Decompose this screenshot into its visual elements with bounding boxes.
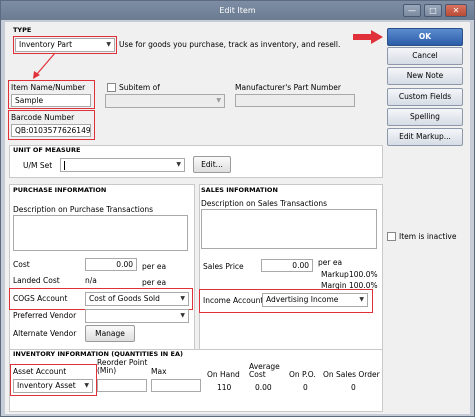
window-title: Edit Item [219, 6, 256, 15]
type-description: Use for goods you purchase, track as inv… [119, 40, 341, 49]
sales-price-label: Sales Price [203, 262, 244, 271]
asset-highlight [10, 364, 97, 396]
landed-cost-value: n/a [85, 276, 97, 285]
text-cursor [64, 160, 65, 170]
markup-label: Markup [321, 270, 349, 279]
max-input[interactable] [151, 379, 201, 392]
ok-button[interactable]: OK [387, 28, 463, 46]
cost-input[interactable]: 0.00 [85, 258, 137, 271]
manage-vendors-button[interactable]: Manage [85, 325, 135, 342]
uom-heading: UNIT OF MEASURE [13, 146, 81, 154]
income-highlight [199, 289, 373, 313]
sales-heading: SALES INFORMATION [201, 186, 278, 194]
maximize-icon[interactable]: □ [424, 4, 442, 17]
sales-price-input[interactable]: 0.00 [261, 259, 313, 272]
sales-desc-label: Description on Sales Transactions [201, 199, 327, 208]
cost-label: Cost [13, 260, 30, 269]
reorder-point-label: Reorder Point (Min) [97, 358, 148, 375]
mfr-part-input[interactable] [235, 94, 355, 107]
spelling-button[interactable]: Spelling [387, 108, 463, 126]
reorder-point-input[interactable] [97, 379, 147, 392]
on-hand-label: On Hand [207, 370, 240, 379]
sales-price-unit: per ea [318, 258, 343, 267]
markup-value: 100.0% [349, 270, 378, 279]
chevron-down-icon: ▼ [216, 97, 221, 104]
item-inactive-checkbox[interactable] [387, 232, 396, 241]
on-sales-order-value: 0 [351, 383, 356, 392]
preferred-vendor-dropdown[interactable]: ▼ [85, 309, 189, 323]
max-label: Max [151, 367, 167, 376]
on-po-value: 0 [303, 383, 308, 392]
arrow-right-icon [353, 30, 383, 44]
sales-description-textarea[interactable] [201, 209, 377, 249]
cost-unit: per ea [142, 262, 167, 271]
close-icon[interactable]: ✕ [445, 4, 467, 17]
subitem-dropdown[interactable]: ▼ [105, 94, 225, 108]
new-note-button[interactable]: New Note [387, 67, 463, 85]
alternate-vendor-label: Alternate Vendor [13, 329, 77, 338]
purchase-heading: PURCHASE INFORMATION [13, 186, 107, 194]
uom-set-dropdown[interactable]: ▼ [60, 158, 185, 172]
item-name-highlight [8, 80, 95, 109]
edit-item-window: Edit Item — □ ✕ TYPE Inventory Part ▼ Us… [0, 0, 475, 417]
mfr-part-label: Manufacturer's Part Number [235, 83, 341, 92]
subitem-label: Subitem of [119, 83, 160, 92]
chevron-down-icon: ▼ [180, 312, 185, 319]
landed-cost-label: Landed Cost [13, 276, 60, 285]
on-po-label: On P.O. [289, 370, 316, 379]
cogs-highlight [9, 288, 193, 310]
on-hand-value: 110 [217, 383, 232, 392]
type-heading: TYPE [13, 26, 32, 34]
average-cost-value: 0.00 [255, 383, 272, 392]
inventory-heading: INVENTORY INFORMATION (QUANTITIES IN EA) [13, 350, 183, 358]
custom-fields-button[interactable]: Custom Fields [387, 88, 463, 106]
title-bar[interactable]: Edit Item — □ ✕ [1, 1, 474, 20]
chevron-down-icon: ▼ [176, 161, 181, 168]
edit-markup-button[interactable]: Edit Markup... [387, 128, 463, 146]
purchase-description-textarea[interactable] [13, 215, 188, 251]
item-inactive-label: Item is inactive [399, 232, 457, 241]
minimize-icon[interactable]: — [403, 4, 421, 17]
preferred-vendor-label: Preferred Vendor [13, 311, 77, 320]
on-sales-order-label: On Sales Order [323, 370, 380, 379]
purchase-desc-label: Description on Purchase Transactions [13, 205, 154, 214]
landed-cost-unit: per ea [142, 278, 167, 287]
barcode-highlight [8, 110, 95, 140]
dialog-body: TYPE Inventory Part ▼ Use for goods you … [5, 22, 470, 414]
uom-edit-button[interactable]: Edit... [193, 156, 231, 173]
subitem-checkbox[interactable] [107, 83, 116, 92]
cancel-button[interactable]: Cancel [387, 47, 463, 65]
average-cost-label: Average Cost [249, 362, 280, 379]
connector-arrow-icon [33, 52, 56, 79]
uom-set-label: U/M Set [23, 161, 53, 170]
